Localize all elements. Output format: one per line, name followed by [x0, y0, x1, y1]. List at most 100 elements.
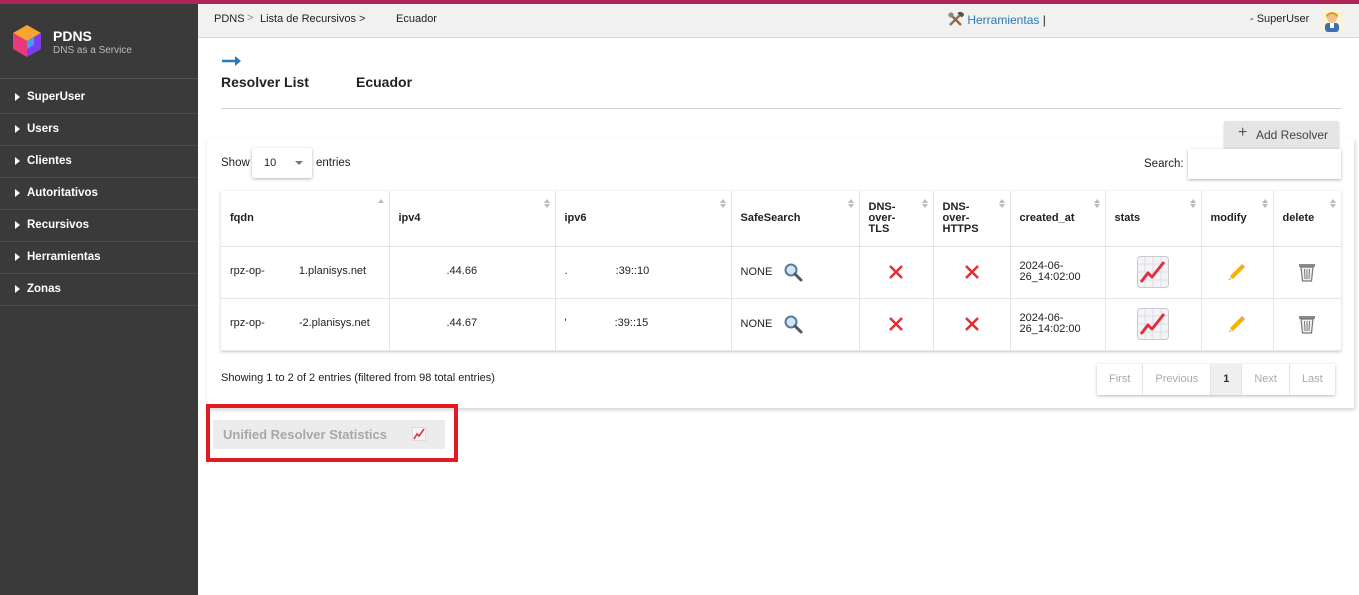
- pencil-icon[interactable]: [1227, 262, 1247, 282]
- cell-modify: [1201, 246, 1274, 299]
- entries-label: entries: [316, 157, 351, 169]
- sidebar-item-autoritativos[interactable]: Autoritativos: [0, 178, 198, 210]
- brand-tagline: DNS as a Service: [53, 45, 132, 56]
- pagination-next[interactable]: Next: [1242, 364, 1290, 395]
- column-header-stats[interactable]: stats: [1105, 191, 1202, 247]
- current-user[interactable]: - SuperUser: [1250, 13, 1309, 25]
- column-header-dns-over-tls[interactable]: DNS-over- TLS: [859, 191, 934, 247]
- cell-created-at: 2024-06- 26_14:02:00: [1010, 246, 1106, 299]
- search-input[interactable]: [1188, 149, 1341, 179]
- cell-safesearch: NONE: [731, 298, 860, 351]
- pagination-first[interactable]: First: [1097, 364, 1144, 395]
- pagination-page-1[interactable]: 1: [1211, 364, 1243, 395]
- table-row: rpz-op- -2.planisys.net .44.67 ':39::15 N…: [221, 298, 1341, 351]
- sort-icon: [1189, 199, 1196, 210]
- column-header-delete[interactable]: delete: [1273, 191, 1341, 247]
- search-label: Search:: [1144, 158, 1184, 170]
- chart-increasing-icon[interactable]: [1137, 256, 1169, 288]
- page-size-value: 10: [264, 157, 277, 169]
- cross-mark-icon: [889, 317, 903, 331]
- sidebar-item-label: SuperUser: [27, 91, 86, 103]
- sort-icon: [1093, 199, 1100, 210]
- avatar[interactable]: [1321, 10, 1343, 32]
- table-row: rpz-op- 1.planisys.net .44.66 .:39::10 NO…: [221, 246, 1341, 299]
- cell-ipv4: .44.66: [389, 246, 556, 299]
- cell-dns-over-https: [933, 298, 1011, 351]
- sidebar-item-label: Zonas: [27, 283, 61, 295]
- sort-icon: [377, 199, 384, 210]
- add-resolver-button[interactable]: + Add Resolver: [1224, 121, 1339, 149]
- sidebar: PDNS DNS as a Service SuperUser Users Cl…: [0, 4, 198, 595]
- chart-increasing-icon[interactable]: [1137, 308, 1169, 340]
- tools-menu[interactable]: Herramientas |: [948, 10, 1046, 27]
- breadcrumb-recursivos[interactable]: Lista de Recursivos >: [260, 13, 365, 25]
- pagination-previous[interactable]: Previous: [1143, 364, 1212, 395]
- column-header-modify[interactable]: modify: [1201, 191, 1274, 247]
- trash-icon[interactable]: [1298, 262, 1316, 282]
- add-resolver-label: Add Resolver: [1256, 128, 1329, 142]
- trash-icon[interactable]: [1298, 314, 1316, 334]
- cell-created-at: 2024-06- 26_14:02:00: [1010, 298, 1106, 351]
- breadcrumb-pdns[interactable]: PDNS: [214, 13, 245, 25]
- cross-mark-icon: [964, 317, 979, 331]
- caret-right-icon: [15, 253, 20, 261]
- sort-icon: [847, 199, 854, 210]
- cell-safesearch: NONE: [731, 246, 860, 299]
- column-header-ipv6[interactable]: ipv6: [555, 191, 732, 247]
- topbar: PDNS > Lista de Recursivos > Ecuador Her…: [198, 4, 1359, 38]
- tools-link[interactable]: Herramientas: [967, 13, 1039, 27]
- chart-increasing-icon: [412, 427, 426, 441]
- resolver-table: fqdn ipv4 ipv6 SafeSearch DNS-over- TLS D…: [221, 191, 1341, 351]
- divider: [221, 108, 1341, 109]
- plus-icon: +: [1238, 124, 1248, 141]
- sidebar-item-herramientas[interactable]: Herramientas: [0, 242, 198, 274]
- cell-ipv6: .:39::10: [555, 246, 732, 299]
- column-header-created-at[interactable]: created_at: [1010, 191, 1106, 247]
- sidebar-item-zonas[interactable]: Zonas: [0, 274, 198, 306]
- sidebar-item-label: Herramientas: [27, 251, 101, 263]
- pagination-last[interactable]: Last: [1290, 364, 1335, 395]
- breadcrumb-current: Ecuador: [396, 13, 437, 25]
- pagination: First Previous 1 Next Last: [1097, 364, 1335, 395]
- sidebar-item-clientes[interactable]: Clientes: [0, 146, 198, 178]
- sidebar-item-users[interactable]: Users: [0, 114, 198, 146]
- tools-icon: [948, 10, 965, 26]
- column-header-ipv4[interactable]: ipv4: [389, 191, 556, 247]
- sort-icon: [1330, 199, 1336, 210]
- cell-modify: [1201, 298, 1274, 351]
- page-size-select[interactable]: 10: [252, 148, 312, 178]
- pencil-icon[interactable]: [1227, 314, 1247, 334]
- cell-dns-over-tls: [859, 298, 934, 351]
- table-header-row: fqdn ipv4 ipv6 SafeSearch DNS-over- TLS D…: [221, 191, 1341, 247]
- brand: PDNS DNS as a Service: [0, 4, 198, 79]
- unified-resolver-statistics-button[interactable]: Unified Resolver Statistics: [213, 420, 445, 449]
- caret-right-icon: [15, 125, 20, 133]
- cell-fqdn: rpz-op- -2.planisys.net: [221, 298, 390, 351]
- search-icon[interactable]: [783, 314, 803, 334]
- tools-separator: |: [1042, 13, 1046, 27]
- caret-right-icon: [15, 221, 20, 229]
- show-label: Show: [221, 157, 250, 169]
- sidebar-item-recursivos[interactable]: Recursivos: [0, 210, 198, 242]
- caret-right-icon: [15, 189, 20, 197]
- caret-right-icon: [15, 157, 20, 165]
- page-title: Resolver List: [221, 74, 309, 90]
- search-icon[interactable]: [783, 262, 803, 282]
- sidebar-item-superuser[interactable]: SuperUser: [0, 82, 198, 114]
- caret-right-icon: [15, 285, 20, 293]
- sidebar-item-label: Users: [27, 123, 59, 135]
- cell-ipv4: .44.67: [389, 298, 556, 351]
- hexagon-cube-icon: [13, 25, 41, 57]
- column-header-fqdn[interactable]: fqdn: [221, 191, 390, 247]
- sidebar-item-label: Autoritativos: [27, 187, 98, 199]
- arrow-right-icon[interactable]: [222, 55, 242, 67]
- table-info: Showing 1 to 2 of 2 entries (filtered fr…: [221, 372, 495, 384]
- column-header-safesearch[interactable]: SafeSearch: [731, 191, 860, 247]
- cell-fqdn: rpz-op- 1.planisys.net: [221, 246, 390, 299]
- cell-stats: [1105, 246, 1202, 299]
- column-header-dns-over-https[interactable]: DNS-over- HTTPS: [933, 191, 1011, 247]
- cell-delete: [1273, 298, 1341, 351]
- page-subtitle: Ecuador: [356, 74, 413, 90]
- sort-icon: [921, 199, 928, 210]
- brand-name: PDNS: [53, 28, 92, 44]
